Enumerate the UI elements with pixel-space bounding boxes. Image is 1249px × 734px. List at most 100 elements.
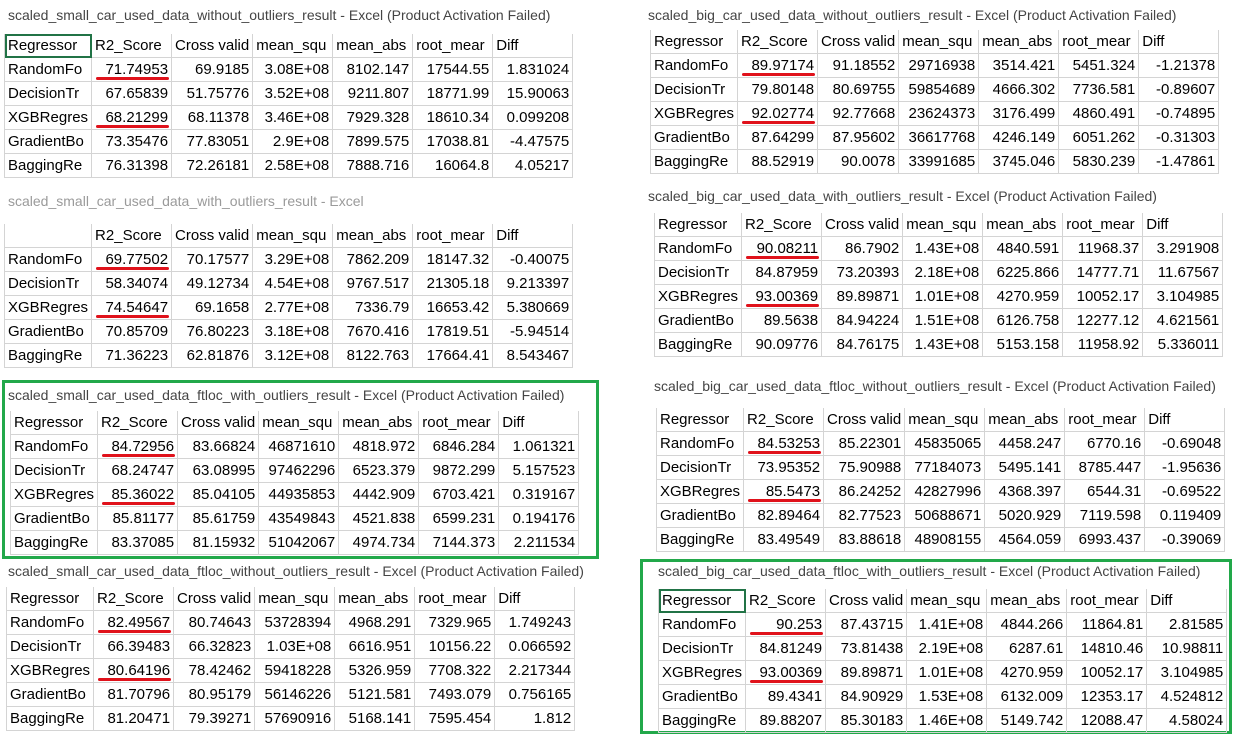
value-cell[interactable]: 76.80223: [171, 319, 254, 344]
value-cell[interactable]: -0.40075: [492, 247, 574, 272]
value-cell[interactable]: 8122.763: [332, 343, 414, 368]
value-cell[interactable]: 7929.328: [332, 105, 414, 130]
value-cell[interactable]: 90.08211: [741, 236, 823, 261]
value-cell[interactable]: 8.543467: [492, 343, 574, 368]
value-cell[interactable]: 1.03E+08: [254, 634, 336, 659]
value-cell[interactable]: 11968.37: [1062, 236, 1144, 261]
value-cell[interactable]: -0.89607: [1138, 77, 1220, 102]
column-header-cell[interactable]: mean_abs: [982, 213, 1064, 237]
value-cell[interactable]: 51.75776: [171, 81, 254, 106]
column-header-cell[interactable]: [3, 224, 93, 248]
value-cell[interactable]: 0.099208: [492, 105, 574, 130]
regressor-name-cell[interactable]: BaggingRe: [655, 527, 745, 552]
value-cell[interactable]: 89.5638: [741, 308, 823, 333]
value-cell[interactable]: 9211.807: [332, 81, 414, 106]
regressor-name-cell[interactable]: DecisionTr: [657, 636, 747, 661]
value-cell[interactable]: 0.194176: [498, 506, 580, 531]
regressor-name-cell[interactable]: RandomFo: [655, 431, 745, 456]
value-cell[interactable]: 81.70796: [93, 682, 175, 707]
regressor-name-cell[interactable]: DecisionTr: [5, 634, 95, 659]
value-cell[interactable]: 9872.299: [418, 458, 500, 483]
column-header-cell[interactable]: Regressor: [657, 589, 747, 613]
value-cell[interactable]: 69.1658: [171, 295, 254, 320]
value-cell[interactable]: 17664.41: [412, 343, 494, 368]
value-cell[interactable]: 6287.61: [986, 636, 1068, 661]
value-cell[interactable]: 4.05217: [492, 153, 574, 178]
value-cell[interactable]: 7899.575: [332, 129, 414, 154]
value-cell[interactable]: 89.89871: [821, 284, 904, 309]
column-header-cell[interactable]: root_mear: [412, 34, 494, 58]
value-cell[interactable]: 7595.454: [414, 706, 496, 731]
regressor-name-cell[interactable]: RandomFo: [3, 57, 93, 82]
value-cell[interactable]: -1.47861: [1138, 149, 1220, 174]
value-cell[interactable]: 5451.324: [1058, 53, 1140, 78]
value-cell[interactable]: 18147.32: [412, 247, 494, 272]
value-cell[interactable]: 6523.379: [338, 458, 420, 483]
value-cell[interactable]: 85.81177: [97, 506, 179, 531]
value-cell[interactable]: 72.26181: [171, 153, 254, 178]
value-cell[interactable]: 89.4341: [745, 684, 827, 709]
column-header-cell[interactable]: mean_abs: [332, 224, 414, 248]
column-header-cell[interactable]: Cross valid: [823, 408, 906, 432]
value-cell[interactable]: 2.19E+08: [906, 636, 988, 661]
regressor-name-cell[interactable]: DecisionTr: [655, 455, 745, 480]
value-cell[interactable]: 77.83051: [171, 129, 254, 154]
value-cell[interactable]: -0.69048: [1144, 431, 1226, 456]
value-cell[interactable]: 80.64196: [93, 658, 175, 683]
value-cell[interactable]: 14777.71: [1062, 260, 1144, 285]
value-cell[interactable]: 2.81585: [1146, 612, 1228, 637]
column-header-cell[interactable]: root_mear: [1062, 213, 1144, 237]
column-header-cell[interactable]: Diff: [1144, 408, 1226, 432]
value-cell[interactable]: 48908155: [904, 527, 986, 552]
value-cell[interactable]: 4860.491: [1058, 101, 1140, 126]
value-cell[interactable]: 8102.147: [332, 57, 414, 82]
value-cell[interactable]: 49.12734: [171, 271, 254, 296]
value-cell[interactable]: 2.9E+08: [252, 129, 334, 154]
value-cell[interactable]: 17038.81: [412, 129, 494, 154]
column-header-cell[interactable]: mean_abs: [984, 408, 1066, 432]
value-cell[interactable]: 83.49549: [743, 527, 825, 552]
column-header-cell[interactable]: mean_abs: [986, 589, 1068, 613]
column-header-cell[interactable]: mean_squ: [252, 34, 334, 58]
regressor-name-cell[interactable]: DecisionTr: [9, 458, 99, 483]
value-cell[interactable]: 4818.972: [338, 434, 420, 459]
value-cell[interactable]: 36617768: [898, 125, 980, 150]
value-cell[interactable]: 69.77502: [91, 247, 173, 272]
value-cell[interactable]: 86.24252: [823, 479, 906, 504]
regressor-name-cell[interactable]: GradientBo: [3, 129, 93, 154]
value-cell[interactable]: 66.32823: [173, 634, 256, 659]
value-cell[interactable]: 85.61759: [177, 506, 260, 531]
value-cell[interactable]: 3745.046: [978, 149, 1060, 174]
value-cell[interactable]: 1.061321: [498, 434, 580, 459]
value-cell[interactable]: 84.87959: [741, 260, 823, 285]
value-cell[interactable]: 1.749243: [494, 610, 576, 635]
column-header-cell[interactable]: mean_squ: [902, 213, 984, 237]
value-cell[interactable]: 68.11378: [171, 105, 254, 130]
regressor-name-cell[interactable]: RandomFo: [657, 612, 747, 637]
value-cell[interactable]: 4521.838: [338, 506, 420, 531]
value-cell[interactable]: 93.00369: [745, 660, 827, 685]
value-cell[interactable]: 84.81249: [745, 636, 827, 661]
value-cell[interactable]: 89.89871: [825, 660, 908, 685]
value-cell[interactable]: 3.18E+08: [252, 319, 334, 344]
value-cell[interactable]: 4.58024: [1146, 708, 1228, 733]
value-cell[interactable]: 42827996: [904, 479, 986, 504]
value-cell[interactable]: 81.15932: [177, 530, 260, 555]
value-cell[interactable]: 68.24747: [97, 458, 179, 483]
column-header-cell[interactable]: Regressor: [3, 34, 93, 58]
value-cell[interactable]: 10.98811: [1146, 636, 1228, 661]
regressor-name-cell[interactable]: XGBRegres: [3, 295, 93, 320]
value-cell[interactable]: 73.35476: [91, 129, 173, 154]
value-cell[interactable]: 3514.421: [978, 53, 1060, 78]
regressor-name-cell[interactable]: BaggingRe: [3, 153, 93, 178]
value-cell[interactable]: 16064.8: [412, 153, 494, 178]
value-cell[interactable]: 71.36223: [91, 343, 173, 368]
value-cell[interactable]: 29716938: [898, 53, 980, 78]
value-cell[interactable]: 85.22301: [823, 431, 906, 456]
value-cell[interactable]: 5149.742: [986, 708, 1068, 733]
column-header-cell[interactable]: Cross valid: [825, 589, 908, 613]
value-cell[interactable]: 59418228: [254, 658, 336, 683]
regressor-name-cell[interactable]: GradientBo: [9, 506, 99, 531]
value-cell[interactable]: 10052.17: [1066, 660, 1148, 685]
value-cell[interactable]: 0.319167: [498, 482, 580, 507]
